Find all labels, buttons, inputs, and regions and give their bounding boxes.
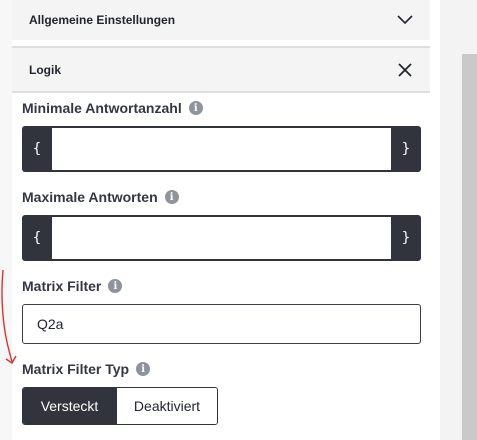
min-answers-code-input: { }	[22, 126, 421, 172]
section-logic-header[interactable]: Logik	[12, 46, 430, 93]
open-brace: {	[32, 141, 42, 157]
matrix-filter-label-text: Matrix Filter	[22, 278, 102, 294]
matrix-filter-label: Matrix Filter i	[22, 278, 123, 294]
max-answers-label: Maximale Antworten i	[22, 189, 179, 205]
toggle-deaktiviert-button[interactable]: Deaktiviert	[116, 388, 217, 424]
section-logic-title: Logik	[29, 62, 61, 77]
max-answers-label-text: Maximale Antworten	[22, 189, 158, 205]
min-answers-field[interactable]	[52, 128, 391, 170]
close-icon[interactable]	[396, 61, 414, 79]
section-general-header[interactable]: Allgemeine Einstellungen	[12, 0, 430, 40]
info-icon[interactable]: i	[164, 190, 179, 204]
matrix-filter-type-label: Matrix Filter Typ i	[22, 361, 151, 377]
max-answers-field[interactable]	[52, 217, 391, 259]
close-brace: }	[401, 230, 411, 246]
info-icon[interactable]: i	[108, 279, 123, 293]
section-general-title: Allgemeine Einstellungen	[29, 13, 176, 27]
info-icon[interactable]: i	[136, 362, 151, 376]
matrix-filter-input[interactable]	[22, 304, 421, 344]
matrix-filter-type-label-text: Matrix Filter Typ	[22, 361, 130, 377]
left-edge	[0, 0, 12, 440]
min-answers-label: Minimale Antwortanzahl i	[22, 100, 203, 116]
properties-panel: Allgemeine Einstellungen Logik Minimale …	[0, 0, 477, 440]
close-brace: }	[401, 141, 411, 157]
min-answers-label-text: Minimale Antwortanzahl	[22, 100, 182, 116]
chevron-down-icon[interactable]	[396, 11, 414, 29]
toggle-versteckt-button[interactable]: Versteckt	[23, 388, 116, 424]
max-answers-code-input: { }	[22, 215, 421, 261]
info-icon[interactable]: i	[188, 101, 203, 115]
matrix-filter-type-toggle: Versteckt Deaktiviert	[22, 387, 218, 425]
scrollbar-thumb[interactable]	[462, 54, 477, 440]
open-brace: {	[32, 230, 42, 246]
